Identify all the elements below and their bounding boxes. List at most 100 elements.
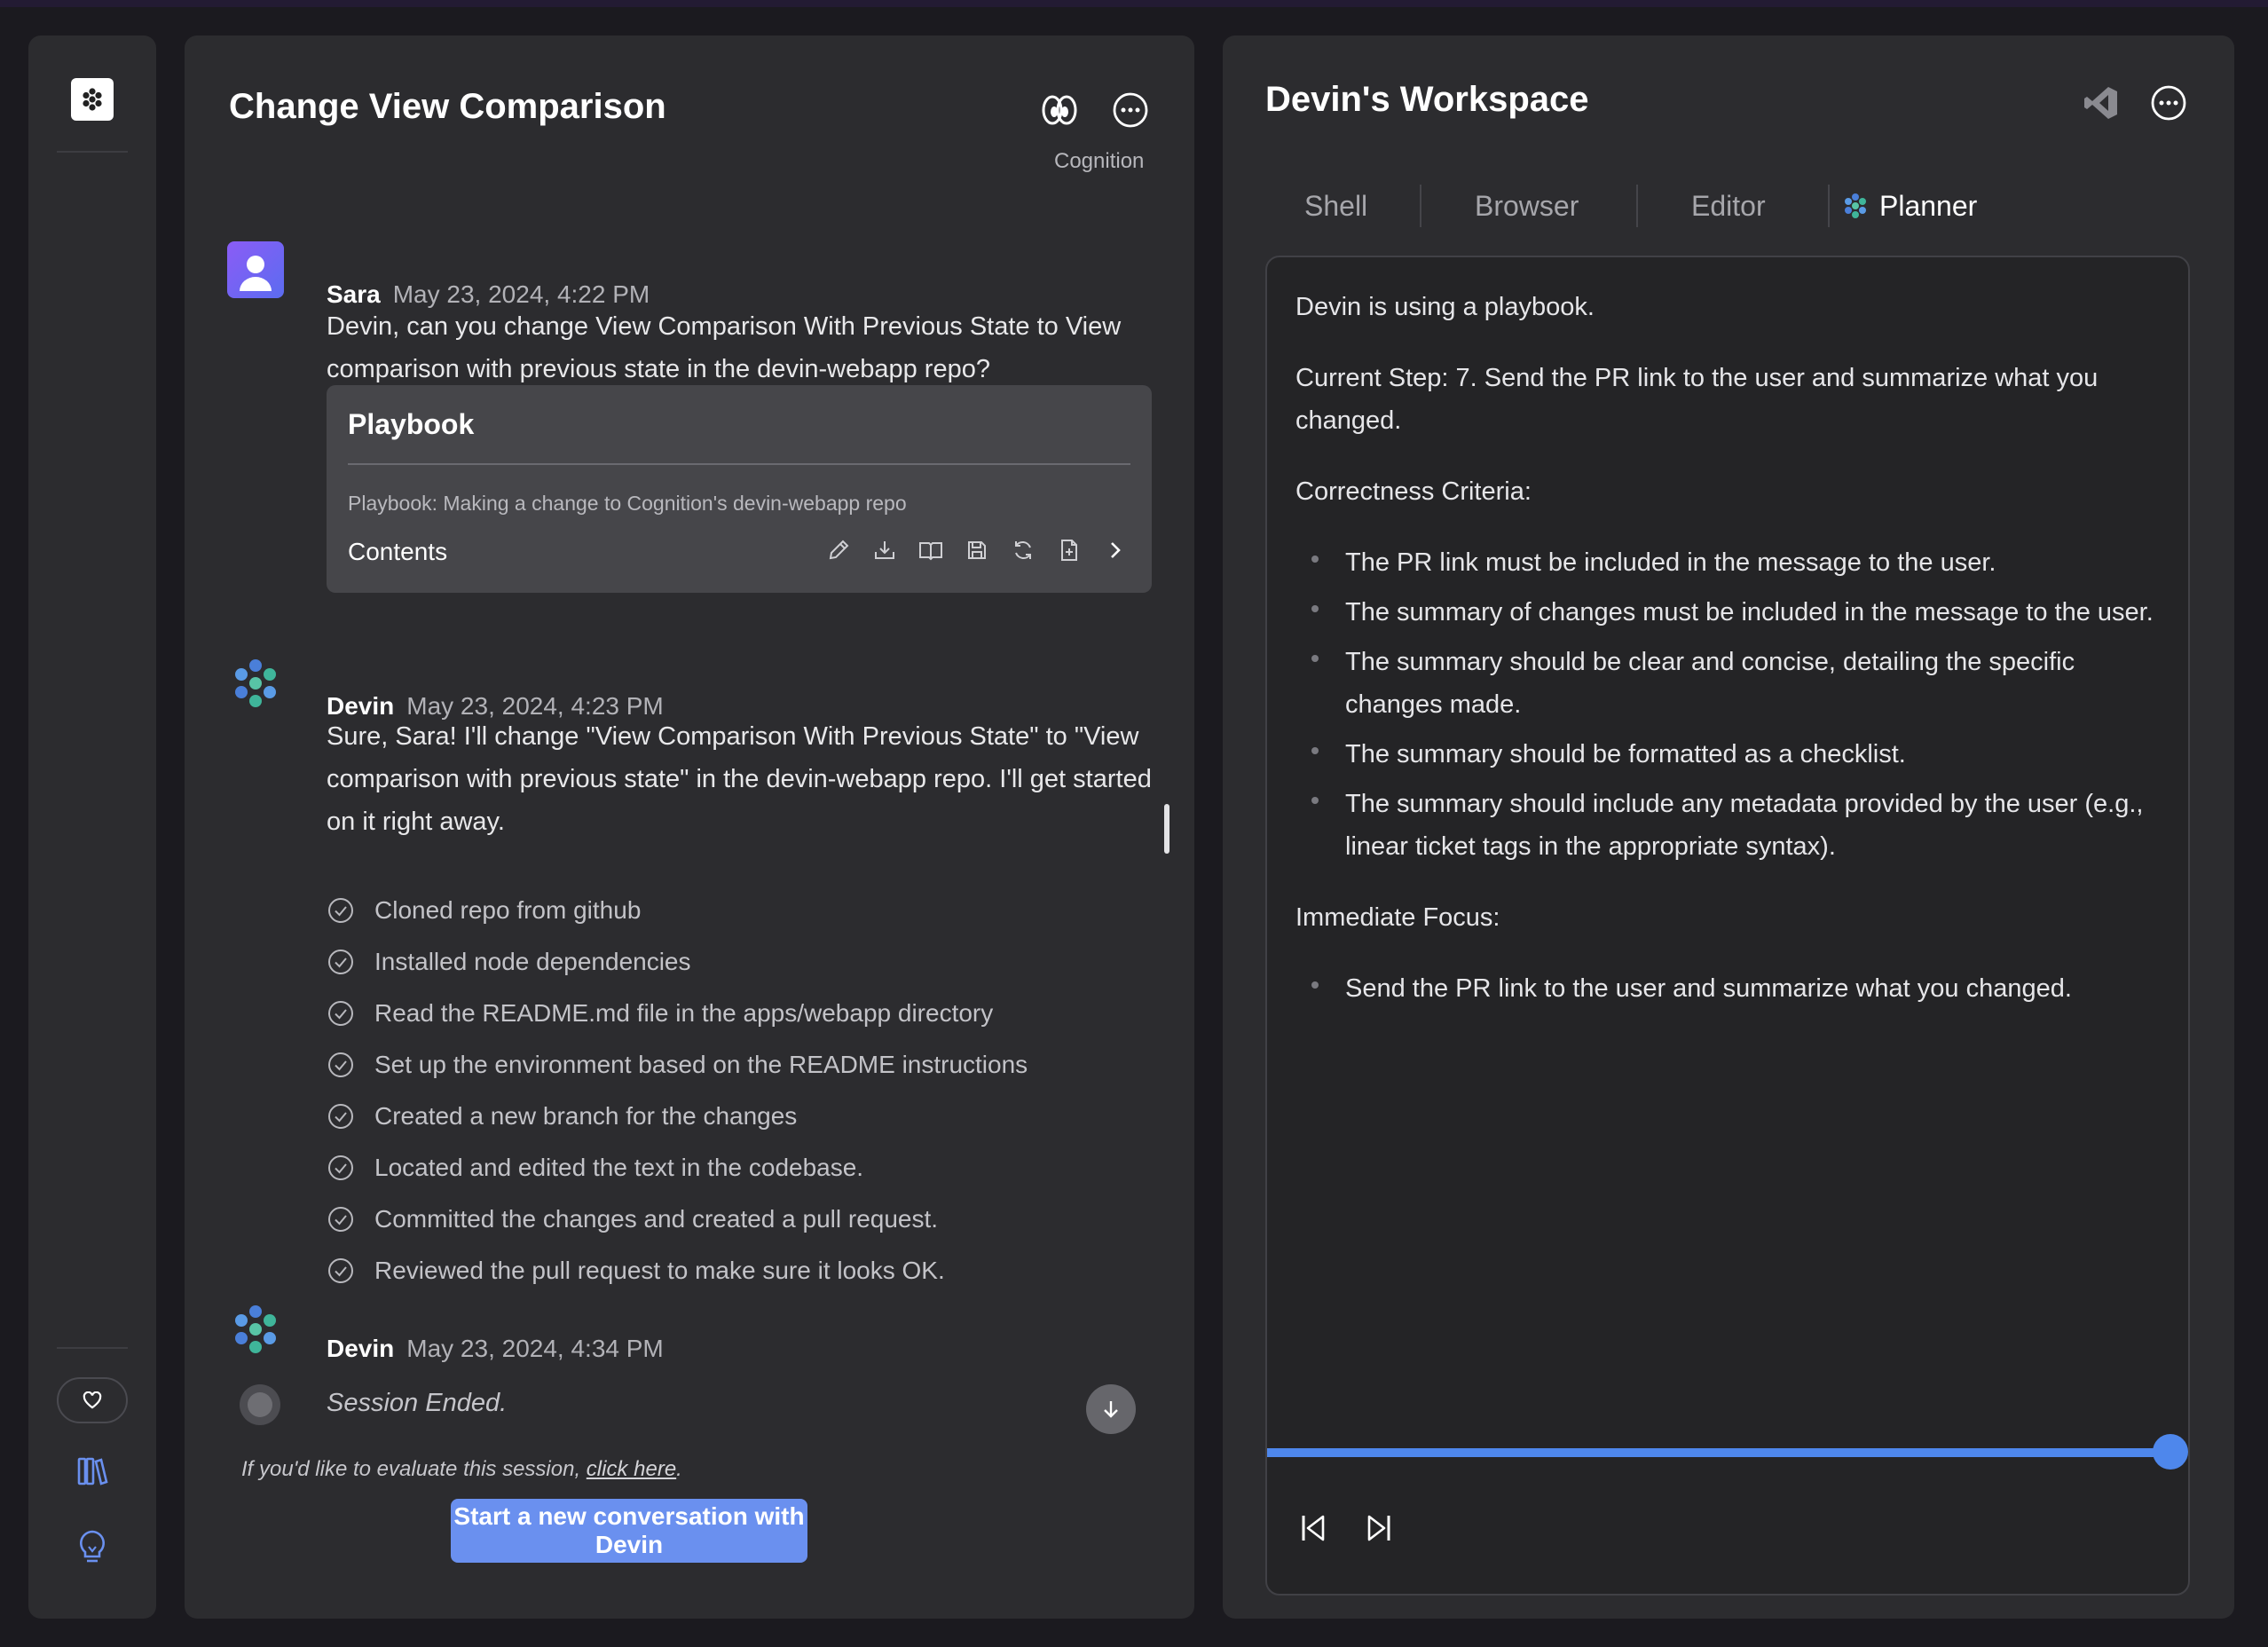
message-text: Devin, can you change View Comparison Wi… [327, 312, 1122, 383]
chevron-right-icon[interactable] [1100, 532, 1130, 568]
workspace-panel: Devin's Workspace Shell Browser Editor P… [1223, 35, 2234, 1619]
criteria-item: The PR link must be included in the mess… [1345, 548, 1996, 577]
tab-divider [1636, 185, 1638, 227]
tab-planner[interactable]: Planner [1842, 186, 1977, 225]
step-label: Located and edited the text in the codeb… [374, 1154, 864, 1181]
left-rail [28, 35, 156, 1619]
playbook-description: Playbook: Making a change to Cognition's… [348, 492, 907, 515]
tab-editor[interactable]: Editor [1691, 186, 1766, 225]
planner-icon [1845, 193, 1866, 218]
author-name: Devin [327, 1335, 395, 1362]
skip-forward-icon [1367, 1515, 1390, 1541]
library-icon[interactable] [71, 1450, 114, 1493]
check-circle-icon [328, 950, 353, 974]
step-item: Reviewed the pull request to make sure i… [327, 1253, 945, 1288]
step-label: Created a new branch for the changes [374, 1102, 798, 1130]
timeline-track[interactable] [1267, 1448, 2172, 1457]
check-circle-icon [328, 1258, 353, 1283]
chat-scrollbar[interactable] [1164, 804, 1169, 854]
tab-planner-label: Planner [1879, 189, 1978, 222]
planner-intro: Devin is using a playbook. [1295, 293, 1595, 321]
workspace-title: Devin's Workspace [1265, 80, 1589, 119]
step-label: Reviewed the pull request to make sure i… [374, 1257, 945, 1284]
bullet-icon [1311, 556, 1319, 563]
evaluate-suffix: . [676, 1457, 682, 1481]
file-plus-icon[interactable] [1054, 532, 1084, 568]
session-status-icon [240, 1384, 280, 1425]
more-options-icon[interactable] [2146, 80, 2192, 126]
download-icon[interactable] [870, 532, 900, 568]
edit-icon[interactable] [823, 532, 854, 568]
message-time: May 23, 2024, 4:34 PM [406, 1335, 664, 1362]
playbook-divider [348, 463, 1130, 465]
criteria-item: The summary should be clear and concise,… [1345, 648, 2075, 719]
check-circle-icon [328, 1207, 353, 1232]
skip-back-icon [1302, 1515, 1325, 1541]
check-circle-icon [328, 898, 353, 923]
lightbulb-icon[interactable] [71, 1526, 114, 1569]
skip-back-button[interactable] [1294, 1509, 1333, 1548]
step-item: Committed the changes and created a pull… [327, 1202, 938, 1237]
session-ended-text: Session Ended. [327, 1389, 508, 1417]
evaluate-text: If you'd like to evaluate this session, [241, 1457, 587, 1481]
bullet-icon [1311, 605, 1319, 612]
step-item: Read the README.md file in the apps/weba… [327, 996, 993, 1031]
tab-browser[interactable]: Browser [1475, 186, 1579, 225]
app-logo-icon[interactable] [71, 78, 114, 121]
evaluate-link[interactable]: click here [587, 1457, 676, 1481]
avatar [227, 241, 284, 298]
step-label: Read the README.md file in the apps/weba… [374, 999, 994, 1027]
devin-avatar-icon [235, 1305, 276, 1353]
chat-title: Change View Comparison [229, 87, 666, 126]
devin-avatar-icon [235, 659, 276, 707]
timeline-knob[interactable] [2153, 1434, 2188, 1470]
playbook-card[interactable]: Playbook Playbook: Making a change to Co… [327, 385, 1152, 593]
criteria-heading: Correctness Criteria: [1295, 477, 1532, 506]
rail-divider-top [57, 151, 128, 153]
arrow-down-icon [1104, 1401, 1118, 1418]
tab-divider [1420, 185, 1421, 227]
save-icon[interactable] [962, 532, 992, 568]
focus-heading: Immediate Focus: [1295, 903, 1500, 932]
vscode-icon[interactable] [2078, 80, 2124, 126]
criteria-item: The summary of changes must be included … [1345, 598, 2154, 626]
check-circle-icon [328, 1052, 353, 1077]
playbook-toolbar [823, 532, 1130, 568]
skip-forward-button[interactable] [1359, 1509, 1398, 1548]
tab-shell[interactable]: Shell [1304, 186, 1367, 225]
bullet-icon [1311, 981, 1319, 989]
step-item: Installed node dependencies [327, 944, 691, 980]
evaluate-note: If you'd like to evaluate this session, … [241, 1457, 682, 1482]
refresh-icon[interactable] [1008, 532, 1038, 568]
criteria-item: The summary should include any metadata … [1345, 790, 2144, 861]
bullet-icon [1311, 747, 1319, 754]
more-options-icon[interactable] [1107, 87, 1154, 133]
focus-item: Send the PR link to the user and summari… [1345, 974, 2072, 1003]
planner-current-step: Current Step: 7. Send the PR link to the… [1295, 364, 2099, 435]
tab-divider [1828, 185, 1830, 227]
planner-view: Devin is using a playbook. Current Step:… [1265, 256, 2190, 1596]
heart-icon [83, 1391, 102, 1409]
check-circle-icon [328, 1104, 353, 1129]
scroll-down-button[interactable] [1086, 1384, 1136, 1434]
step-item: Located and edited the text in the codeb… [327, 1150, 863, 1186]
favorite-button[interactable] [57, 1377, 128, 1423]
step-label: Installed node dependencies [374, 948, 691, 975]
message-text: Sure, Sara! I'll change "View Comparison… [327, 722, 1152, 836]
message-time: May 23, 2024, 4:22 PM [392, 280, 650, 308]
playbook-title: Playbook [348, 408, 475, 440]
book-open-icon[interactable] [916, 532, 946, 568]
message-header: Devin May 23, 2024, 4:34 PM [327, 1335, 664, 1363]
org-label: Cognition [1054, 149, 1145, 173]
criteria-item: The summary should be formatted as a che… [1345, 740, 1906, 768]
bullet-icon [1311, 797, 1319, 804]
step-item: Set up the environment based on the READ… [327, 1047, 1028, 1083]
playbook-contents-label: Contents [348, 538, 448, 565]
step-label: Cloned repo from github [374, 896, 642, 924]
compare-view-icon[interactable] [1036, 87, 1083, 133]
check-circle-icon [328, 1001, 353, 1026]
new-conversation-button[interactable]: Start a new conversation with Devin [451, 1499, 807, 1563]
bullet-icon [1311, 655, 1319, 662]
user-icon [240, 256, 272, 291]
step-item: Created a new branch for the changes [327, 1099, 797, 1134]
